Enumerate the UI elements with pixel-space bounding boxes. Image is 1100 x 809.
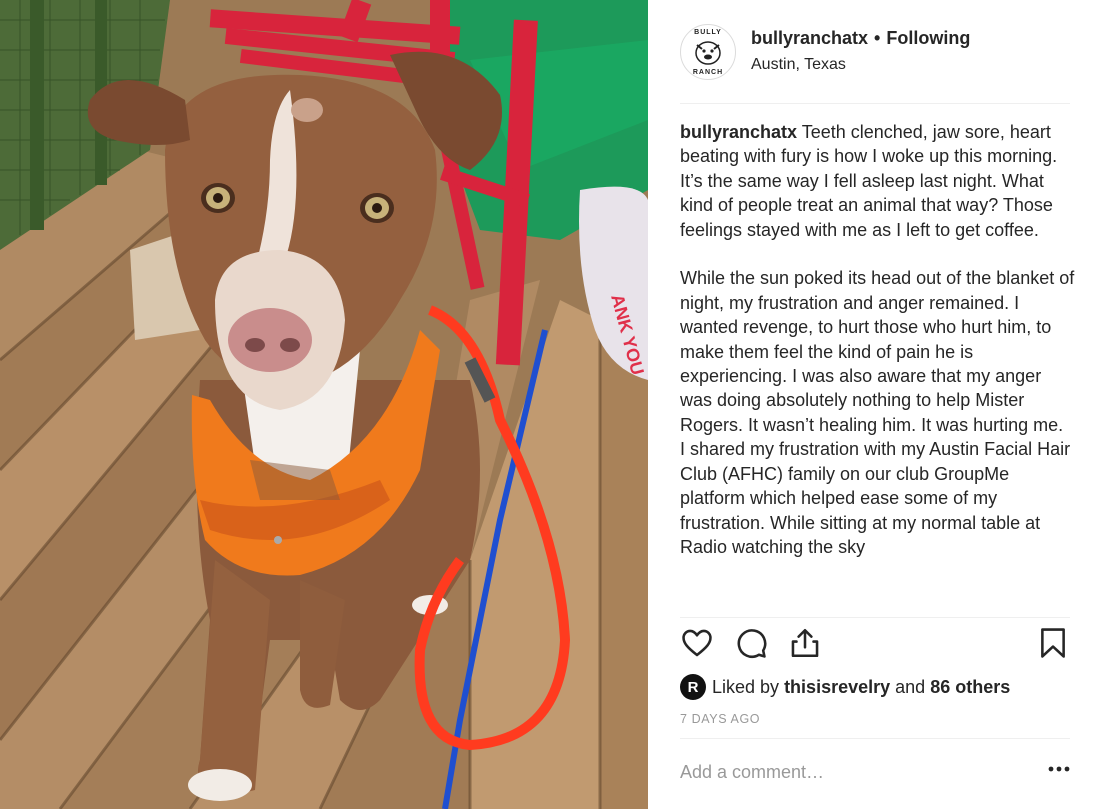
post-header: BULLY RANCH bullyranchatx • Following Aust… <box>680 24 1070 82</box>
post-timestamp[interactable]: 7 DAYS AGO <box>680 712 760 726</box>
heart-icon[interactable] <box>680 626 714 660</box>
liker-avatar[interactable]: R <box>680 674 706 700</box>
likes-row: R Liked by thisisrevelry and 86 others <box>680 673 1010 701</box>
username-link[interactable]: bullyranchatx <box>751 28 868 48</box>
caption-username-link[interactable]: bullyranchatx <box>680 122 797 142</box>
action-bar <box>680 626 1070 666</box>
location-link[interactable]: Austin, Texas <box>751 56 846 74</box>
ellipsis-icon[interactable] <box>1048 766 1070 772</box>
comment-input[interactable] <box>680 762 1020 783</box>
separator-dot: • <box>874 28 881 48</box>
bulldog-logo-icon <box>695 41 721 65</box>
liker-username-link[interactable]: thisisrevelry <box>784 677 890 698</box>
liked-by-prefix: Liked by <box>712 676 780 697</box>
caption-paragraph-2: While the sun poked its head out of the … <box>680 268 1075 435</box>
header-divider <box>680 103 1070 104</box>
caption-paragraph-1: bullyranchatx Teeth clenched, jaw sore, … <box>680 120 1075 242</box>
avatar-text-top: BULLY <box>694 29 722 36</box>
share-icon[interactable] <box>788 626 822 660</box>
avatar-text-bottom: RANCH <box>692 69 724 76</box>
post-photo[interactable]: ANK YOU <box>0 0 648 809</box>
comment-row <box>680 754 1070 800</box>
bookmark-icon[interactable] <box>1036 626 1070 660</box>
username-line: bullyranchatx • Following <box>751 28 970 49</box>
avatar[interactable]: BULLY RANCH <box>680 24 736 80</box>
follow-status-button[interactable]: Following <box>886 28 970 48</box>
dog-photo: ANK YOU <box>0 0 648 809</box>
caption-divider <box>680 617 1070 618</box>
caption: bullyranchatx Teeth clenched, jaw sore, … <box>680 120 1075 616</box>
comment-bubble-icon[interactable] <box>734 626 768 660</box>
caption-paragraph-3: I shared my frustration with my Austin F… <box>680 439 1075 557</box>
likes-and: and <box>895 676 926 697</box>
comment-divider <box>680 738 1070 739</box>
likes-others-link[interactable]: 86 others <box>930 677 1010 698</box>
post-details-panel: BULLY RANCH bullyranchatx • Following Aust… <box>648 0 1100 809</box>
caption-spacer <box>680 242 1075 266</box>
